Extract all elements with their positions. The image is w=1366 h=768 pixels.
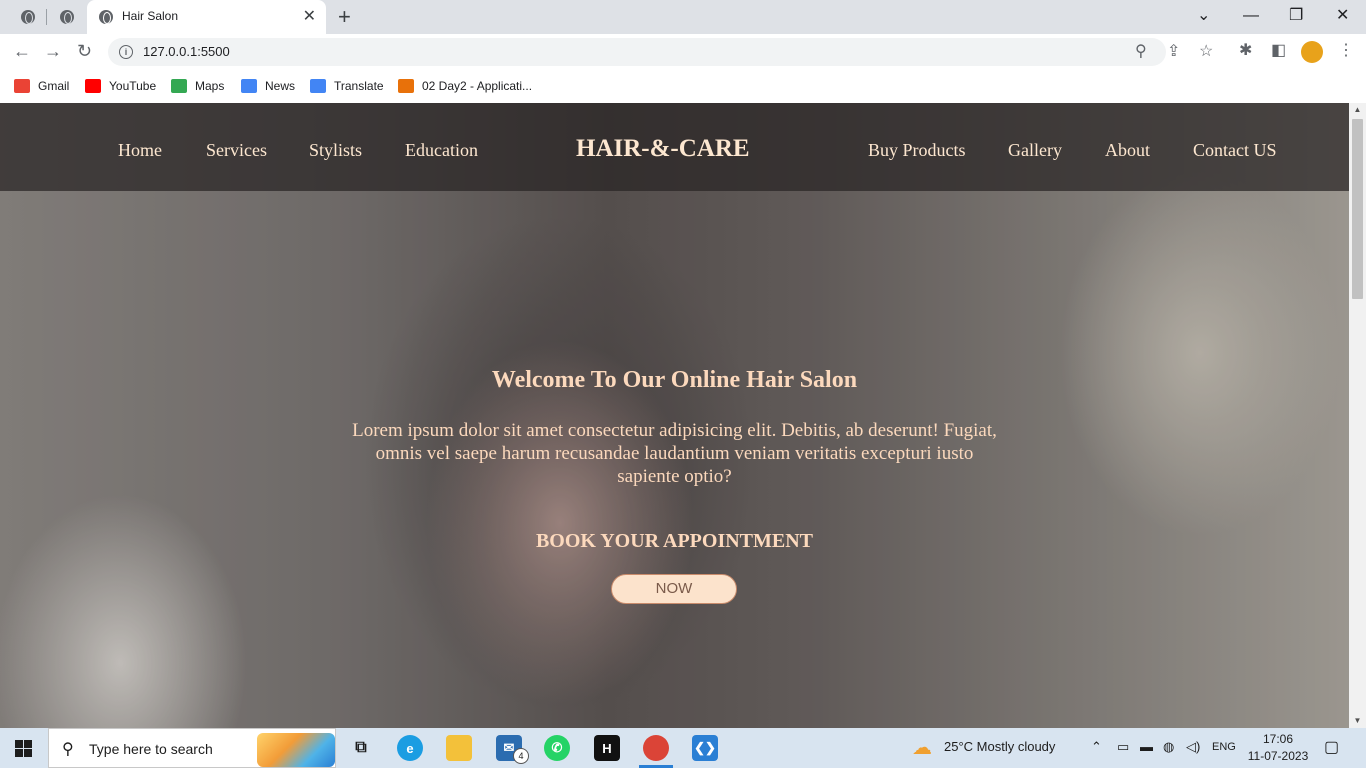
bookmark-label: News [265, 79, 296, 93]
weather-icon[interactable]: ☁ [912, 735, 932, 760]
nav-services[interactable]: Services [206, 140, 267, 161]
tab-title: Hair Salon [122, 9, 179, 23]
battery-icon[interactable]: ▬ [1140, 739, 1153, 754]
network-icon[interactable]: ▭ [1117, 739, 1129, 755]
site-brand[interactable]: HAIR-&-CARE [576, 135, 750, 163]
nav-about[interactable]: About [1105, 140, 1150, 161]
bookmark-news[interactable]: News [241, 76, 295, 96]
site-navbar: Home Services Stylists Education HAIR-&-… [0, 103, 1349, 191]
url-text[interactable]: 127.0.0.1:5500 [143, 44, 230, 59]
clock-date: 11-07-2023 [1247, 749, 1309, 763]
new-tab-button[interactable]: + [338, 4, 351, 30]
bookmark-label: YouTube [109, 79, 157, 93]
bookmark-app[interactable]: 02 Day2 - Applicati... [398, 76, 532, 96]
mail-badge: 4 [513, 748, 529, 764]
language-indicator[interactable]: ENG [1212, 741, 1236, 753]
bookmark-translate[interactable]: Translate [310, 76, 384, 96]
nav-stylists[interactable]: Stylists [309, 140, 362, 161]
youtube-icon [85, 79, 101, 93]
hero-description: Lorem ipsum dolor sit amet consectetur a… [352, 420, 997, 487]
profile-avatar[interactable] [1301, 41, 1323, 63]
taskbar-search[interactable]: ⚲ Type here to search [48, 728, 336, 768]
reload-icon[interactable]: ↻ [77, 41, 92, 61]
app-icon [398, 79, 414, 93]
vscode-icon[interactable]: ❮❯ [692, 735, 718, 761]
nav-home[interactable]: Home [118, 140, 162, 161]
side-panel-icon[interactable]: ◧ [1271, 42, 1286, 60]
zoom-icon[interactable]: ⚲ [1135, 43, 1147, 61]
hero-title: Welcome To Our Online Hair Salon [491, 367, 858, 393]
browser-tab-bar: Hair Salon ✕ + ⌄ — ❐ ✕ [0, 0, 1366, 34]
bookmark-star-icon[interactable]: ☆ [1199, 43, 1213, 61]
active-tab[interactable]: Hair Salon ✕ [87, 0, 326, 34]
bookmark-label: 02 Day2 - Applicati... [422, 79, 533, 93]
whatsapp-icon[interactable]: ✆ [544, 735, 570, 761]
clock[interactable]: 17:06 11-07-2023 [1243, 731, 1313, 765]
browser-toolbar: ← → ↻ i 127.0.0.1:5500 ⚲ ⇪ ☆ ✱ ◧ ⋮ [0, 34, 1366, 70]
windows-taskbar: ⚲ Type here to search ⧉ e ✉ 4 ✆ H ❮❯ ☁ 2… [0, 728, 1366, 768]
hero-background [0, 103, 1349, 728]
maps-icon [171, 79, 187, 93]
tab-search-icon[interactable]: ⌄ [1197, 6, 1210, 26]
edge-icon[interactable]: e [397, 735, 423, 761]
chrome-icon[interactable] [643, 735, 669, 761]
restore-button[interactable]: ❐ [1289, 6, 1303, 26]
bookmark-label: Gmail [38, 79, 70, 93]
tab-divider [46, 9, 47, 25]
address-bar[interactable]: i 127.0.0.1:5500 ⚲ ⇪ ☆ [108, 38, 1213, 66]
bookmarks-bar: Gmail YouTube Maps News Translate 02 Day… [0, 70, 1366, 104]
bookmark-gmail[interactable]: Gmail [14, 76, 69, 96]
weather-text[interactable]: 25°C Mostly cloudy [944, 739, 1055, 754]
translate-icon [310, 79, 326, 93]
search-highlight-image [257, 733, 335, 767]
back-icon[interactable]: ← [13, 41, 31, 61]
bookmark-maps[interactable]: Maps [171, 76, 224, 96]
extensions-icon[interactable]: ✱ [1239, 42, 1252, 60]
start-button[interactable] [15, 740, 32, 757]
site-info-icon[interactable]: i [119, 45, 133, 59]
hero-subtitle: BOOK YOUR APPOINTMENT [535, 530, 814, 552]
volume-icon[interactable]: ◁) [1186, 739, 1200, 755]
nav-education[interactable]: Education [405, 140, 478, 161]
pinned-tab[interactable] [16, 6, 40, 28]
search-icon: ⚲ [62, 741, 74, 758]
task-view-icon[interactable]: ⧉ [348, 735, 374, 761]
search-placeholder: Type here to search [89, 741, 213, 757]
tray-chevron-icon[interactable]: ⌃ [1091, 739, 1102, 755]
clock-time: 17:06 [1262, 732, 1294, 746]
scroll-up-icon[interactable]: ▲ [1349, 103, 1366, 117]
globe-tray-icon[interactable]: ◍ [1163, 739, 1174, 755]
book-now-button[interactable]: NOW [611, 574, 737, 604]
share-icon[interactable]: ⇪ [1167, 43, 1180, 61]
globe-icon [99, 10, 113, 24]
bookmark-youtube[interactable]: YouTube [85, 76, 156, 96]
gmail-icon [14, 79, 30, 93]
forward-icon[interactable]: → [44, 41, 62, 61]
globe-icon [60, 10, 74, 24]
scroll-thumb[interactable] [1352, 119, 1363, 299]
bookmark-label: Maps [195, 79, 225, 93]
pinned-tab[interactable] [55, 6, 79, 28]
bookmark-label: Translate [334, 79, 384, 93]
menu-icon[interactable]: ⋮ [1338, 42, 1354, 60]
tab-close-icon[interactable]: ✕ [303, 7, 316, 27]
page-viewport: Home Services Stylists Education HAIR-&-… [0, 103, 1349, 728]
terminal-app-icon[interactable]: H [594, 735, 620, 761]
file-explorer-icon[interactable] [446, 735, 472, 761]
notifications-icon[interactable]: ▢ [1324, 737, 1339, 757]
globe-icon [21, 10, 35, 24]
page-scrollbar[interactable]: ▲ ▼ [1349, 103, 1366, 728]
minimize-button[interactable]: — [1243, 6, 1259, 26]
news-icon [241, 79, 257, 93]
nav-buy-products[interactable]: Buy Products [868, 140, 966, 161]
nav-contact[interactable]: Contact US [1193, 140, 1277, 161]
nav-gallery[interactable]: Gallery [1008, 140, 1062, 161]
scroll-down-icon[interactable]: ▼ [1349, 714, 1366, 728]
close-window-button[interactable]: ✕ [1336, 6, 1349, 26]
